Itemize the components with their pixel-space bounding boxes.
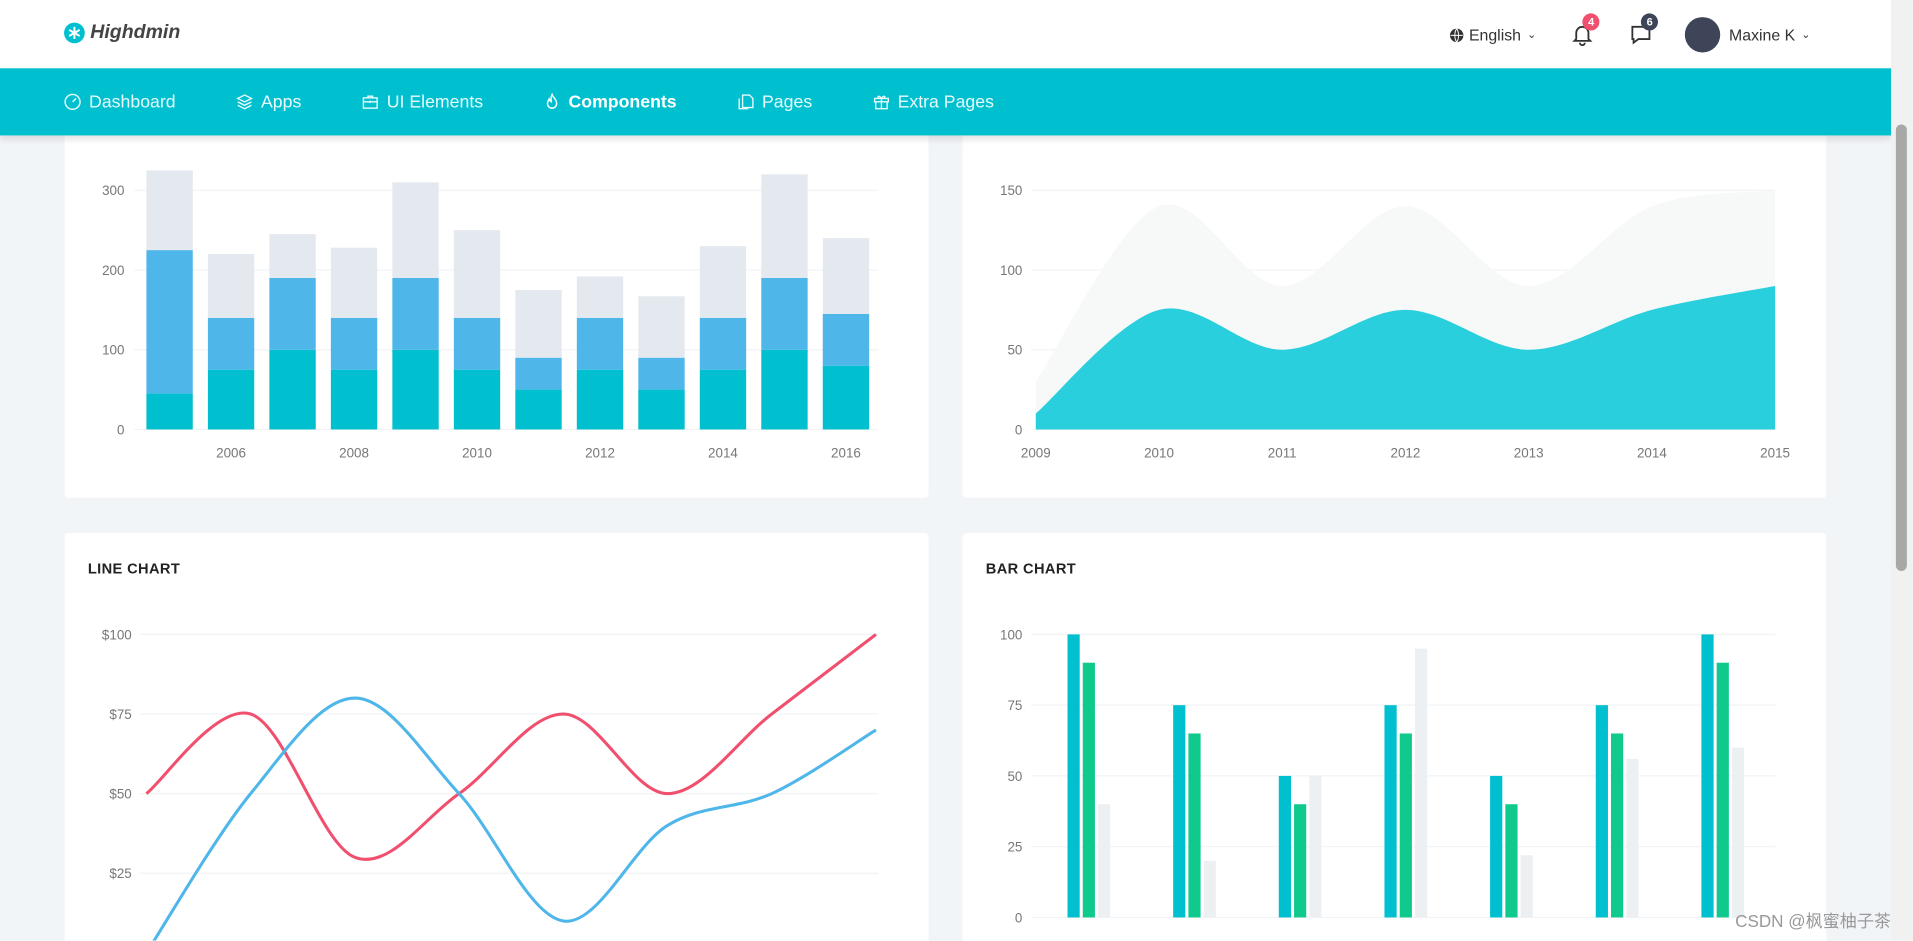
language-selector[interactable]: English ⌄	[1449, 26, 1536, 44]
nav-label: Pages	[762, 92, 813, 112]
card-title: LINE CHART	[87, 559, 181, 578]
nav-label: Apps	[261, 92, 302, 112]
card-title: BAR CHART	[985, 559, 1077, 578]
nav-label: Extra Pages	[897, 92, 994, 112]
stacked-bar-chart-card	[64, 109, 929, 498]
logo-icon	[64, 22, 85, 44]
line-chart-card: LINE CHART	[64, 533, 929, 941]
user-menu[interactable]: Maxine K ⌄	[1656, 17, 1811, 53]
nav-item-ui-elements[interactable]: UI Elements	[361, 92, 483, 112]
avatar	[1685, 17, 1721, 53]
nav-item-dashboard[interactable]: Dashboard	[63, 92, 176, 112]
globe-icon	[1450, 27, 1464, 42]
chevron-down-icon: ⌄	[1527, 28, 1537, 41]
dashboard-gauge-icon	[64, 93, 81, 111]
messages-badge: 6	[1641, 12, 1659, 30]
user-name: Maxine K	[1729, 25, 1796, 44]
nav-label: Components	[568, 92, 677, 112]
chevron-down-icon: ⌄	[1801, 28, 1811, 41]
brand-name: Highdmin	[90, 21, 181, 43]
flame-icon	[546, 92, 558, 109]
briefcase-icon	[362, 95, 378, 109]
messages-button[interactable]: 6	[1629, 12, 1659, 48]
brand-logo[interactable]: Highdmin	[63, 22, 180, 44]
nav-item-pages[interactable]: Pages	[736, 92, 812, 112]
nav-item-apps[interactable]: Apps	[235, 92, 301, 112]
scrollbar-thumb[interactable]	[1895, 124, 1907, 571]
scrollbar[interactable]	[1891, 0, 1913, 941]
gift-icon	[873, 95, 889, 110]
page: Highdmin English ⌄ 4 6 Maxine K ⌄ Dashbo…	[0, 0, 1913, 941]
layers-icon	[236, 94, 253, 110]
notifications-badge: 4	[1582, 12, 1600, 30]
bar-chart-card: BAR CHART	[962, 533, 1827, 941]
nav-label: Dashboard	[89, 92, 176, 112]
nav-label: UI Elements	[386, 92, 484, 112]
area-chart-card	[962, 109, 1827, 498]
nav-item-extra-pages[interactable]: Extra Pages	[872, 92, 994, 112]
language-label: English	[1468, 25, 1521, 44]
copy-pages-icon	[737, 94, 754, 110]
watermark: CSDN @枫蜜柚子茶	[1735, 911, 1891, 931]
main-nav: Dashboard Apps UI Elements Components Pa…	[0, 68, 1891, 136]
notifications-button[interactable]: 4	[1570, 12, 1600, 48]
nav-item-components[interactable]: Components	[543, 92, 677, 112]
top-bar: Highdmin English ⌄ 4 6 Maxine K ⌄	[0, 0, 1891, 69]
